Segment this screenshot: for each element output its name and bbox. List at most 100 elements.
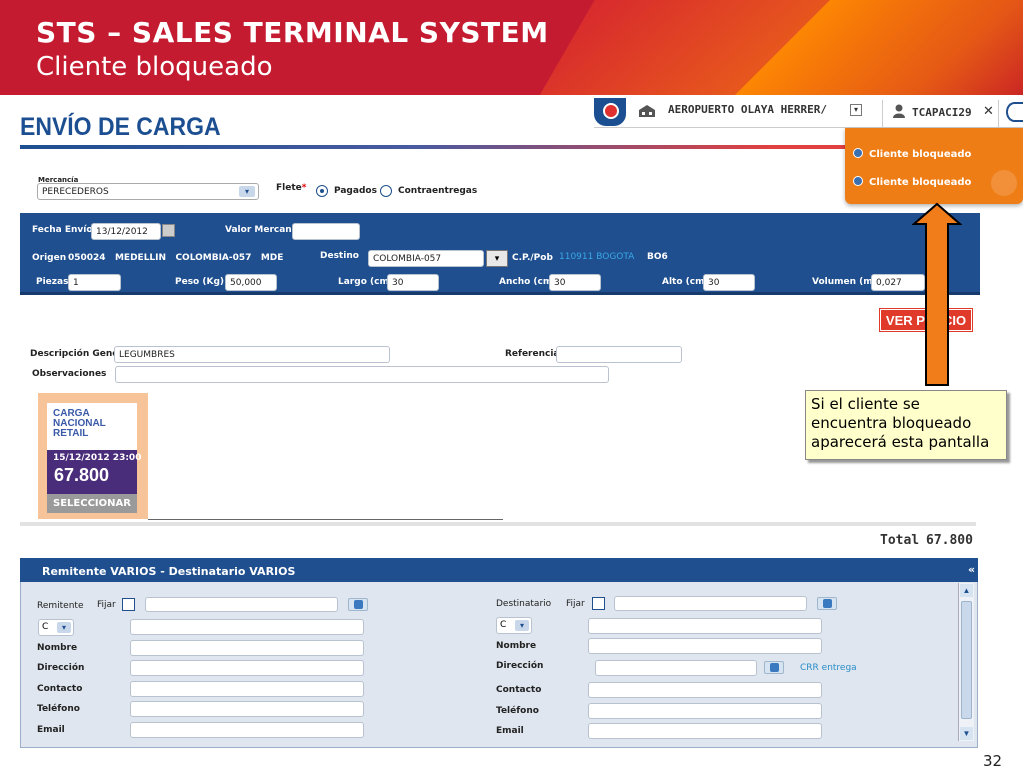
sender-direccion-input[interactable] [130, 660, 364, 676]
referencia-input[interactable] [556, 346, 682, 363]
sender-email-input[interactable] [130, 722, 364, 738]
sender-telefono-input[interactable] [130, 701, 364, 717]
sender-email-label: Email [37, 725, 65, 735]
sender-fijar-label: Fijar [97, 600, 116, 610]
notification-item[interactable]: Cliente bloqueado [853, 148, 971, 160]
origen-value: 050024 MEDELLIN COLOMBIA-057 MDE [68, 253, 284, 263]
divider [882, 100, 883, 128]
search-icon[interactable] [764, 661, 784, 674]
receiver-direccion-input[interactable] [595, 660, 757, 676]
logout-icon[interactable] [1006, 102, 1023, 122]
origen-label: Origen [32, 253, 67, 263]
receiver-contacto-label: Contacto [496, 685, 542, 695]
step-number-icon [991, 170, 1017, 196]
contraentregas-radio[interactable] [380, 185, 392, 197]
seleccionar-button[interactable]: SELECCIONAR [47, 494, 137, 513]
destino-select[interactable]: COLOMBIA-057 [368, 250, 484, 267]
sender-contacto-label: Contacto [37, 684, 83, 694]
info-icon [853, 148, 863, 158]
search-icon[interactable] [817, 597, 837, 610]
cp-pob-code: BO6 [647, 252, 668, 262]
calendar-icon[interactable] [162, 224, 175, 237]
receiver-email-label: Email [496, 726, 524, 736]
sender-contacto-input[interactable] [130, 681, 364, 697]
total-value: 67.800 [926, 533, 973, 548]
flete-label: Flete* [276, 183, 307, 193]
descripcion-input[interactable]: LEGUMBRES [114, 346, 390, 363]
sender-doc-input[interactable] [130, 619, 364, 635]
divider [998, 100, 999, 128]
close-icon[interactable]: ✕ [983, 104, 994, 119]
chevron-down-icon[interactable]: ▾ [850, 104, 862, 116]
sender-nombre-label: Nombre [37, 643, 78, 653]
cp-pob-label: C.P./Pob [512, 253, 553, 263]
observaciones-label: Observaciones [32, 369, 107, 379]
page-title: ENVÍO DE CARGA [20, 113, 221, 141]
slide-number: 32 [983, 752, 1003, 770]
contraentregas-label: Contraentregas [398, 186, 478, 196]
scroll-up-icon[interactable]: ▲ [960, 584, 973, 597]
scroll-thumb[interactable] [961, 601, 972, 719]
largo-label: Largo (cm) [338, 277, 393, 287]
scroll-down-icon[interactable]: ▼ [960, 727, 973, 740]
sender-telefono-label: Teléfono [37, 704, 80, 714]
sender-search-input[interactable] [145, 597, 338, 612]
piezas-input[interactable]: 1 [68, 274, 121, 291]
mercancia-select[interactable]: PERECEDEROS ▾ [37, 183, 259, 200]
product-price: 67.800 [54, 465, 110, 485]
parties-header-title: Remitente VARIOS - Destinatario VARIOS [42, 565, 296, 578]
crr-entrega-link[interactable]: CRR entrega [800, 663, 857, 673]
total-label: Total [880, 533, 920, 548]
largo-input[interactable]: 30 [387, 274, 439, 291]
user-name[interactable]: TCAPACI29 [912, 106, 972, 119]
results-divider [148, 519, 503, 520]
receiver-contacto-input[interactable] [588, 682, 822, 698]
alto-label: Alto (cm) [662, 277, 709, 287]
chevron-down-icon[interactable]: ▾ [486, 250, 508, 267]
destino-label: Destino [320, 251, 359, 261]
sender-doc-type-select[interactable]: C ▾ [38, 619, 74, 636]
search-icon[interactable] [348, 598, 368, 611]
sender-direccion-label: Dirección [37, 663, 85, 673]
ancho-input[interactable]: 30 [549, 274, 601, 291]
logo-icon [594, 98, 626, 126]
receiver-doc-type-select[interactable]: C ▾ [496, 617, 532, 634]
fecha-envio-input[interactable]: 13/12/2012 [91, 223, 161, 240]
receiver-search-input[interactable] [614, 596, 807, 611]
receiver-fijar-label: Fijar [566, 599, 585, 609]
sender-nombre-input[interactable] [130, 640, 364, 656]
peso-input[interactable]: 50,000 [225, 274, 277, 291]
info-icon [853, 176, 863, 186]
alto-input[interactable]: 30 [703, 274, 755, 291]
pagados-radio[interactable] [316, 185, 328, 197]
peso-label: Peso (Kg) [175, 277, 225, 287]
receiver-nombre-label: Nombre [496, 641, 537, 651]
receiver-telefono-input[interactable] [588, 703, 822, 719]
receiver-doc-input[interactable] [588, 618, 822, 634]
referencia-label: Referencia [505, 349, 560, 359]
airport-selector[interactable]: AEROPUERTO OLAYA HERRER/ [668, 103, 827, 116]
collapse-icon[interactable]: « [968, 563, 975, 576]
product-name: CARGA NACIONAL RETAIL [53, 408, 106, 439]
receiver-direccion-label: Dirección [496, 661, 544, 671]
slide-subtitle: Cliente bloqueado [36, 52, 273, 82]
remitente-label: Remitente [37, 601, 84, 611]
receiver-email-input[interactable] [588, 723, 822, 739]
receiver-nombre-input[interactable] [588, 638, 822, 654]
user-icon [892, 104, 906, 118]
cp-pob-value: 110911 BOGOTA [559, 252, 635, 262]
ancho-label: Ancho (cm) [499, 277, 557, 287]
sender-fijar-checkbox[interactable] [122, 598, 135, 611]
valor-mercancia-input[interactable] [292, 223, 360, 240]
notifications-dropdown: Cliente bloqueado Cliente bloqueado [845, 128, 1023, 204]
chevron-down-icon: ▾ [239, 186, 255, 197]
destinatario-label: Destinatario [496, 599, 552, 609]
slide-title: STS – SALES TERMINAL SYSTEM [36, 16, 549, 49]
product-date: 15/12/2012 23:00 [53, 453, 142, 463]
receiver-fijar-checkbox[interactable] [592, 597, 605, 610]
notification-item[interactable]: Cliente bloqueado [853, 176, 971, 188]
scrollbar[interactable]: ▲ ▼ [958, 583, 974, 741]
receiver-telefono-label: Teléfono [496, 706, 539, 716]
callout-note: Si el cliente se encuentra bloqueado apa… [805, 390, 1007, 460]
observaciones-input[interactable] [115, 366, 609, 383]
